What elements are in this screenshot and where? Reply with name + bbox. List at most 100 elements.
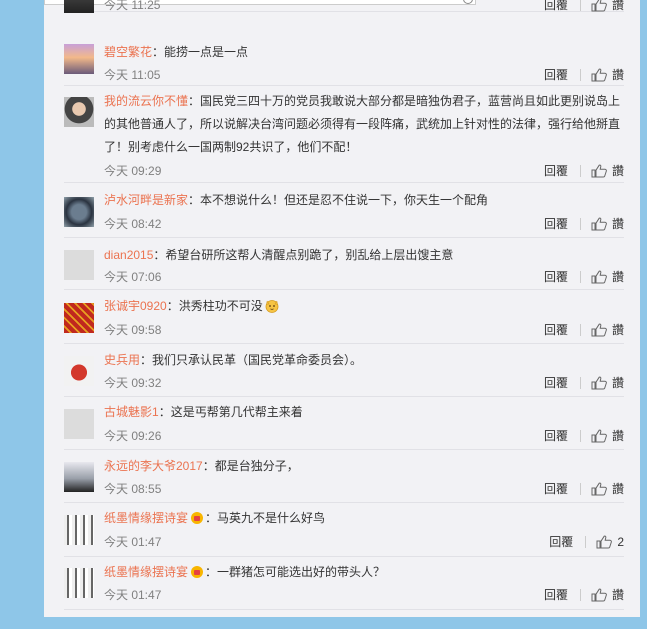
comment-text-block: 纸墨情缘摆诗宴 ：马英九不是什么好鸟 xyxy=(104,507,624,530)
comment-text-block: 永远的李大爷2017：都是台独分子， xyxy=(104,455,624,478)
username-link[interactable]: 碧空繁花 xyxy=(104,45,152,59)
divider xyxy=(579,0,581,11)
separator-colon: ： xyxy=(188,193,201,207)
reply-button[interactable]: 回覆 xyxy=(544,480,568,498)
comment-text-block: 我的流云你不懂：国民党三四十万的党员我敢说大部分都是暗独伪君子，蓝营尚且如此更别… xyxy=(104,90,624,159)
avatar[interactable] xyxy=(64,303,94,333)
divider xyxy=(579,430,581,442)
divider xyxy=(579,377,581,389)
comment-meta: 今天 08:42 回覆 讚 xyxy=(104,215,624,233)
like-label: 讚 xyxy=(611,164,624,178)
divider xyxy=(579,165,581,177)
username-link[interactable]: 古城魅影1 xyxy=(104,405,159,419)
username-link[interactable]: 纸墨情缘摆诗宴 xyxy=(104,511,188,525)
divider xyxy=(579,589,581,601)
username-link[interactable]: 史兵用 xyxy=(104,353,140,367)
reply-button[interactable]: 回覆 xyxy=(544,586,568,604)
username-link[interactable]: 我的流云你不懂 xyxy=(104,94,188,108)
like-button[interactable]: 讚 xyxy=(591,66,624,84)
timestamp: 今天 09:29 xyxy=(104,164,162,178)
avatar[interactable] xyxy=(64,97,94,127)
timestamp: 今天 08:55 xyxy=(104,482,162,496)
comment-meta: 今天 09:58 回覆 讚 xyxy=(104,321,624,339)
separator-colon: ： xyxy=(205,511,218,525)
comment-text-block: 碧空繁花：能捞一点是一点 xyxy=(104,41,624,64)
username-link[interactable]: 永远的李大爷2017 xyxy=(104,459,203,473)
thumbs-up-icon xyxy=(591,164,607,178)
like-button[interactable]: 讚 xyxy=(591,321,624,339)
comment-text: 本不想说什么！但还是忍不住说一下，你天生一个配角 xyxy=(200,193,489,207)
like-button[interactable]: 讚 xyxy=(591,268,624,286)
timestamp: 今天 11:25 xyxy=(104,0,161,12)
avatar[interactable] xyxy=(64,44,94,74)
thumbs-up-icon xyxy=(591,482,607,496)
avatar[interactable] xyxy=(64,250,94,280)
like-label: 讚 xyxy=(611,68,624,82)
comment-item: 张诚宇0920：洪秀柱功不可没 今天 09:58 回覆 讚 xyxy=(64,299,624,344)
reply-button[interactable]: 回覆 xyxy=(544,268,568,286)
comment-text: 都是台独分子， xyxy=(214,459,299,473)
comment-text: 我们只承认民革（国民党革命委员会）。 xyxy=(152,353,363,367)
thumbs-up-icon xyxy=(591,0,607,12)
avatar[interactable] xyxy=(64,409,94,439)
comment-meta: 今天 11:25 回覆 讚 xyxy=(104,0,624,14)
reply-button[interactable]: 回覆 xyxy=(549,533,573,551)
reply-button[interactable]: 回覆 xyxy=(544,0,568,14)
like-button[interactable]: 讚 xyxy=(591,480,624,498)
avatar[interactable] xyxy=(64,356,94,386)
comment-meta: 今天 01:47 回覆 讚 xyxy=(104,586,624,604)
avatar[interactable] xyxy=(64,197,94,227)
thumbs-up-icon xyxy=(591,270,607,284)
comment-item: 永远的李大爷2017：都是台独分子， 今天 08:55 回覆 讚 xyxy=(64,459,624,503)
comment-item: 碧空繁花：能捞一点是一点 今天 11:05 回覆 讚 xyxy=(64,41,624,86)
timestamp: 今天 01:47 xyxy=(104,535,162,549)
thumbs-up-icon xyxy=(591,323,607,337)
comment-actions: 回覆 讚 xyxy=(544,162,624,180)
username-link[interactable]: 泸水河畔是新家 xyxy=(104,193,188,207)
like-label: 2 xyxy=(617,535,624,549)
like-button[interactable]: 2 xyxy=(596,533,624,551)
comment-actions: 回覆 讚 xyxy=(544,427,624,445)
reply-button[interactable]: 回覆 xyxy=(544,162,568,180)
comment-meta: 今天 08:55 回覆 讚 xyxy=(104,480,624,498)
like-label: 讚 xyxy=(611,323,624,337)
reply-button[interactable]: 回覆 xyxy=(544,374,568,392)
divider xyxy=(579,483,581,495)
divider xyxy=(579,271,581,283)
avatar[interactable] xyxy=(64,462,94,492)
reply-button[interactable]: 回覆 xyxy=(544,321,568,339)
reply-button[interactable]: 回覆 xyxy=(544,66,568,84)
reply-button[interactable]: 回覆 xyxy=(544,215,568,233)
avatar[interactable] xyxy=(64,568,94,598)
comment-actions: 回覆 讚 xyxy=(544,268,624,286)
comment-actions: 回覆 讚 xyxy=(544,586,624,604)
comment-meta: 今天 07:06 回覆 讚 xyxy=(104,268,624,286)
comment-actions: 回覆 讚 xyxy=(544,321,624,339)
like-label: 讚 xyxy=(611,217,624,231)
like-label: 讚 xyxy=(611,588,624,602)
vip-badge-icon xyxy=(191,566,204,578)
reply-button[interactable]: 回覆 xyxy=(544,427,568,445)
separator-colon: ： xyxy=(158,405,171,419)
like-button[interactable]: 讚 xyxy=(591,586,624,604)
like-button[interactable]: 讚 xyxy=(591,0,624,14)
username-link[interactable]: 张诚宇0920 xyxy=(104,299,167,313)
username-link[interactable]: dian2015 xyxy=(104,248,153,262)
like-button[interactable]: 讚 xyxy=(591,374,624,392)
vip-badge-icon xyxy=(191,512,204,524)
like-button[interactable]: 讚 xyxy=(591,427,624,445)
like-button[interactable]: 讚 xyxy=(591,215,624,233)
like-button[interactable]: 讚 xyxy=(591,162,624,180)
thumbs-up-icon xyxy=(591,429,607,443)
separator-colon: ： xyxy=(188,94,201,108)
separator-colon: ： xyxy=(152,45,165,59)
username-link[interactable]: 纸墨情缘摆诗宴 xyxy=(104,565,188,579)
separator-colon: ： xyxy=(166,299,179,313)
comment-meta: 今天 01:47 回覆 2 xyxy=(104,533,624,551)
separator-colon: ： xyxy=(153,248,166,262)
avatar[interactable] xyxy=(64,0,94,13)
timestamp: 今天 01:47 xyxy=(104,588,162,602)
comment-text-block: 纸墨情缘摆诗宴 ：一群猪怎可能选出好的带头人？ xyxy=(104,561,624,584)
comment-item: 史兵用：我们只承认民革（国民党革命委员会）。 今天 09:32 回覆 讚 xyxy=(64,353,624,397)
avatar[interactable] xyxy=(64,515,94,545)
